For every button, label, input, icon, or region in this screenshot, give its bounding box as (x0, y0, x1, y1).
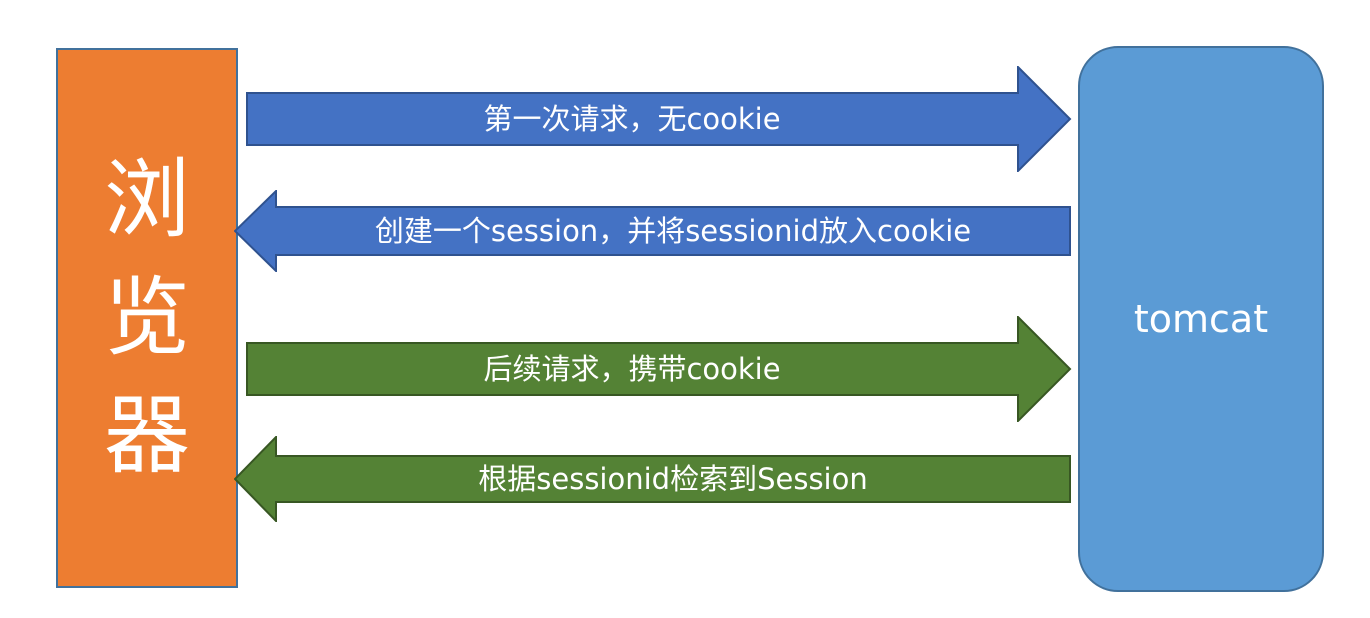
server-box: tomcat (1078, 46, 1324, 592)
arrow-create-session: 创建一个session，并将sessionid放入cookie (234, 190, 1072, 272)
server-label: tomcat (1133, 297, 1269, 341)
browser-label: 浏览器 (104, 150, 190, 486)
arrow-label-lookup-session: 根据sessionid检索到Session (478, 462, 868, 496)
arrow-label-subsequent-request: 后续请求，携带cookie (483, 352, 781, 386)
arrow-label-create-session: 创建一个session，并将sessionid放入cookie (374, 214, 972, 248)
arrow-label-first-request: 第一次请求，无cookie (483, 102, 781, 136)
arrow-first-request: 第一次请求，无cookie (246, 66, 1072, 172)
arrow-lookup-session: 根据sessionid检索到Session (234, 436, 1072, 522)
browser-box: 浏览器 (56, 48, 238, 588)
arrow-subsequent-request: 后续请求，携带cookie (246, 316, 1072, 422)
